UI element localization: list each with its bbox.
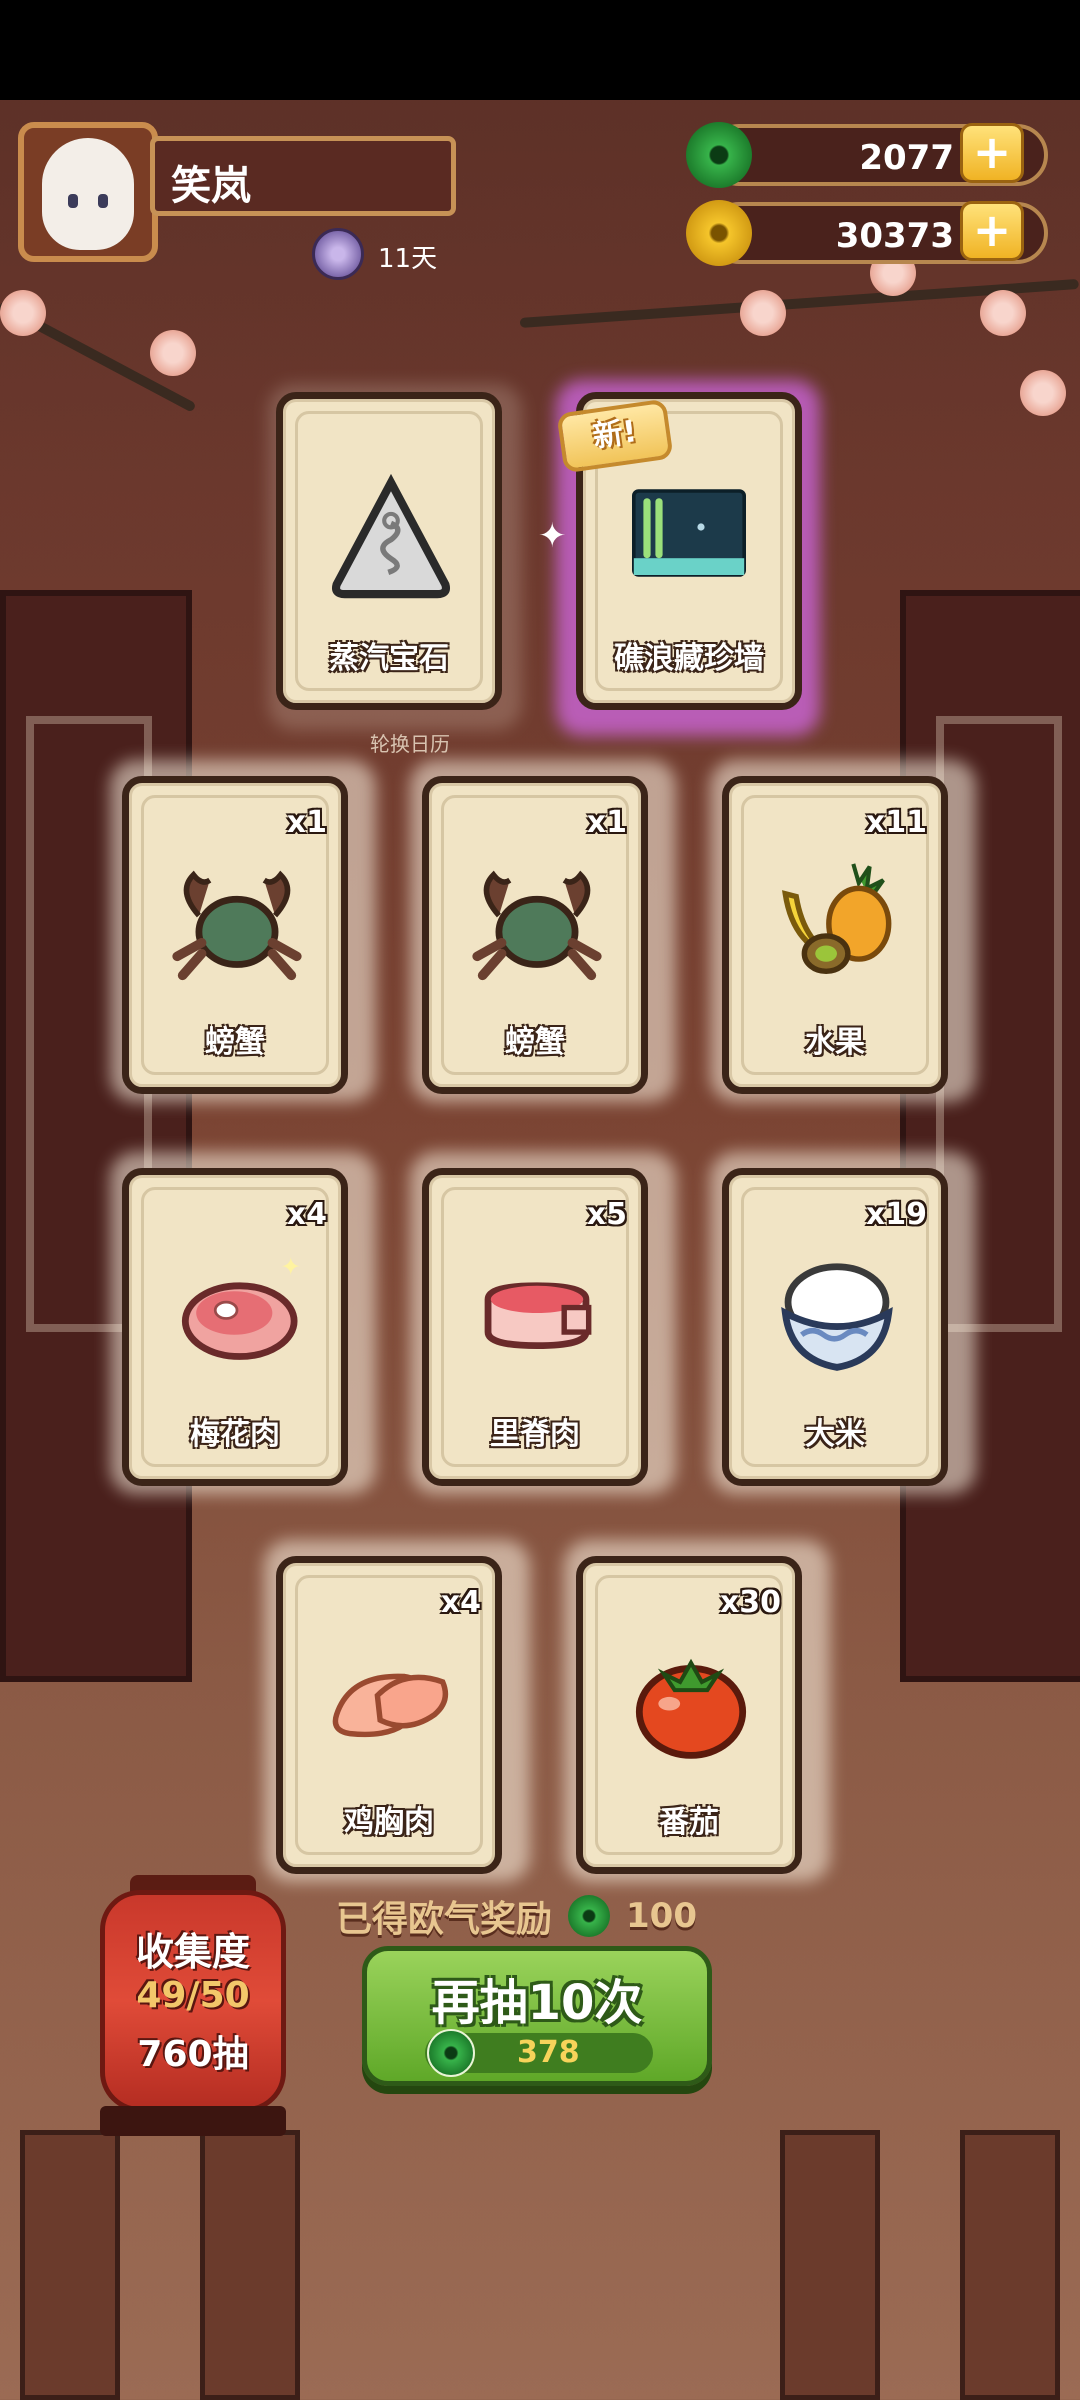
- card-name: 螃蟹: [205, 1025, 265, 1060]
- card-quantity: x30: [719, 1585, 781, 1620]
- lantern-stand: [100, 2106, 286, 2136]
- jade-icon: [686, 122, 752, 188]
- reward-card-fruit[interactable]: x11 水果: [722, 776, 948, 1094]
- reward-card-steam-gem[interactable]: 蒸汽宝石: [276, 392, 502, 710]
- add-coins-button[interactable]: +: [960, 201, 1024, 261]
- card-name: 蒸汽宝石: [329, 641, 449, 676]
- crab-icon: [472, 870, 602, 981]
- pork-shoulder-icon: ✦: [181, 1252, 302, 1360]
- chicken-breast-icon: [332, 1673, 449, 1738]
- card-quantity: x11: [865, 805, 927, 840]
- card-quantity: x5: [586, 1197, 627, 1232]
- reward-card-chicken-breast[interactable]: x4 鸡胸肉: [276, 1556, 502, 1874]
- background-window-right: [900, 590, 1080, 1682]
- reward-card-crab[interactable]: x1 螃蟹: [122, 776, 348, 1094]
- player-name-plate: 笑岚: [150, 136, 456, 216]
- jade-icon: [427, 2029, 475, 2077]
- card-name: 螃蟹: [505, 1025, 565, 1060]
- add-jade-button[interactable]: +: [960, 123, 1024, 183]
- card-quantity: x4: [286, 1197, 327, 1232]
- day-count: 11天: [378, 244, 438, 274]
- jade-amount: 2077: [859, 138, 954, 178]
- luck-reward-label: 已得欧气奖励: [336, 1899, 553, 1940]
- card-name: 里脊肉: [490, 1417, 580, 1452]
- jade-icon: [568, 1895, 611, 1937]
- draw-cost: 378: [517, 2035, 580, 2070]
- luck-reward-value: 100: [626, 1896, 697, 1936]
- draw-again-button[interactable]: 再抽10次 378: [362, 1946, 712, 2086]
- reward-card-tenderloin[interactable]: x5 里脊肉: [422, 1168, 648, 1486]
- collection-progress: 49/50: [136, 1975, 250, 2016]
- reward-card-pork-shoulder[interactable]: x4 ✦ 梅花肉: [122, 1168, 348, 1486]
- coin-amount: 30373: [835, 216, 954, 256]
- coin-icon: [686, 200, 752, 266]
- collection-title: 收集度: [135, 1930, 250, 1974]
- avatar-face: [42, 138, 134, 250]
- rotation-calendar-label: 轮换日历: [370, 732, 450, 756]
- card-name: 礁浪藏珍墙: [614, 641, 764, 676]
- card-quantity: x1: [586, 805, 627, 840]
- card-quantity: x1: [286, 805, 327, 840]
- reward-card-crab[interactable]: x1 螃蟹: [422, 776, 648, 1094]
- collection-draw-count: 760抽: [137, 2034, 249, 2075]
- fruit-icon: [782, 863, 892, 975]
- card-quantity: x4: [440, 1585, 481, 1620]
- player-name: 笑岚: [171, 163, 251, 209]
- player-avatar[interactable]: [18, 122, 158, 262]
- reef-treasure-wall-icon: [632, 489, 746, 577]
- calendar-days-icon: [312, 228, 364, 280]
- background-window-left: [0, 590, 192, 1682]
- card-name: 大米: [805, 1417, 865, 1452]
- luck-reward-row: 已得欧气奖励 100: [336, 1890, 697, 1942]
- steam-gem-icon: [332, 473, 450, 599]
- card-name: 水果: [805, 1025, 865, 1060]
- sparkle-icon: ✦: [538, 516, 567, 556]
- card-quantity: x19: [865, 1197, 927, 1232]
- card-name: 梅花肉: [190, 1417, 280, 1452]
- tomato-icon: [635, 1658, 747, 1759]
- status-bar: [0, 0, 1080, 100]
- rice-bowl-icon: [781, 1263, 893, 1371]
- card-name: 鸡胸肉: [344, 1805, 434, 1840]
- reward-card-tomato[interactable]: x30 番茄: [576, 1556, 802, 1874]
- card-name: 番茄: [659, 1805, 719, 1840]
- reward-card-rice[interactable]: x19 大米: [722, 1168, 948, 1486]
- svg-text:✦: ✦: [281, 1252, 302, 1281]
- collection-lantern[interactable]: 收集度 49/50 760抽: [100, 1890, 286, 2112]
- draw-again-label: 再抽10次: [431, 1975, 643, 2031]
- crab-icon: [172, 870, 302, 981]
- tenderloin-icon: [484, 1282, 592, 1350]
